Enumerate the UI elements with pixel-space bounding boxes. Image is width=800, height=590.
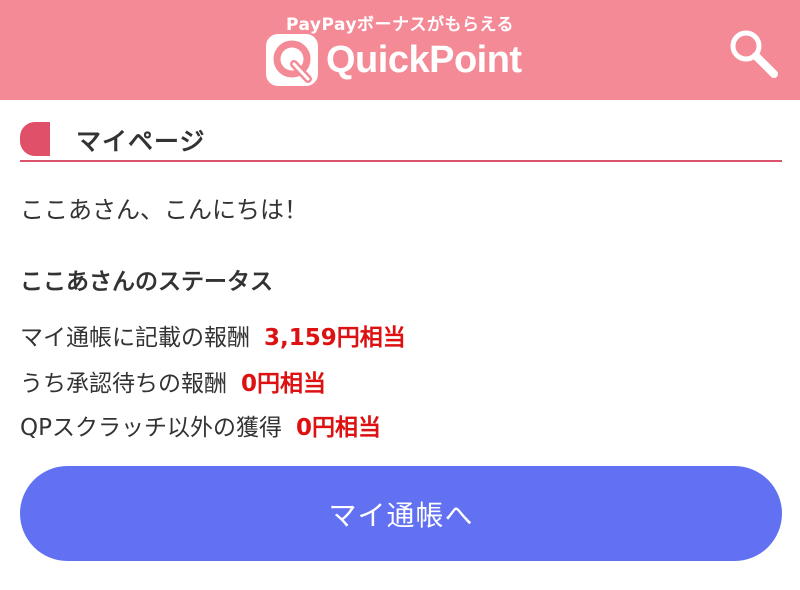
status-value: 0円相当 (295, 415, 381, 441)
my-passbook-button[interactable]: マイ通帳へ (20, 466, 782, 561)
logo-text: QuickPoint (326, 38, 522, 81)
status-label: うち承認待ちの報酬 (20, 371, 227, 397)
page-title: マイページ (76, 127, 206, 156)
section-header: マイページ (20, 118, 782, 162)
quickpoint-logo[interactable]: QuickPoint (264, 32, 522, 88)
greeting-text: ここあさん、こんにちは！ (20, 196, 308, 224)
section-accent-tab (20, 122, 50, 156)
status-value: 3,159円相当 (264, 325, 406, 351)
status-row: マイ通帳に記載の報酬 3,159円相当 (20, 318, 406, 352)
status-title: ここあさんのステータス (20, 269, 273, 295)
status-row: うち承認待ちの報酬 0円相当 (20, 364, 326, 398)
app-header: PayPayボーナスがもらえる QuickPoint (0, 0, 800, 100)
status-label: マイ通帳に記載の報酬 (20, 325, 250, 351)
status-value: 0円相当 (241, 371, 327, 397)
status-label: QPスクラッチ以外の獲得 (20, 415, 282, 441)
logo-mark-icon (266, 34, 318, 86)
search-icon (730, 30, 778, 78)
search-button[interactable] (724, 24, 782, 82)
status-row: QPスクラッチ以外の獲得 0円相当 (20, 408, 381, 442)
